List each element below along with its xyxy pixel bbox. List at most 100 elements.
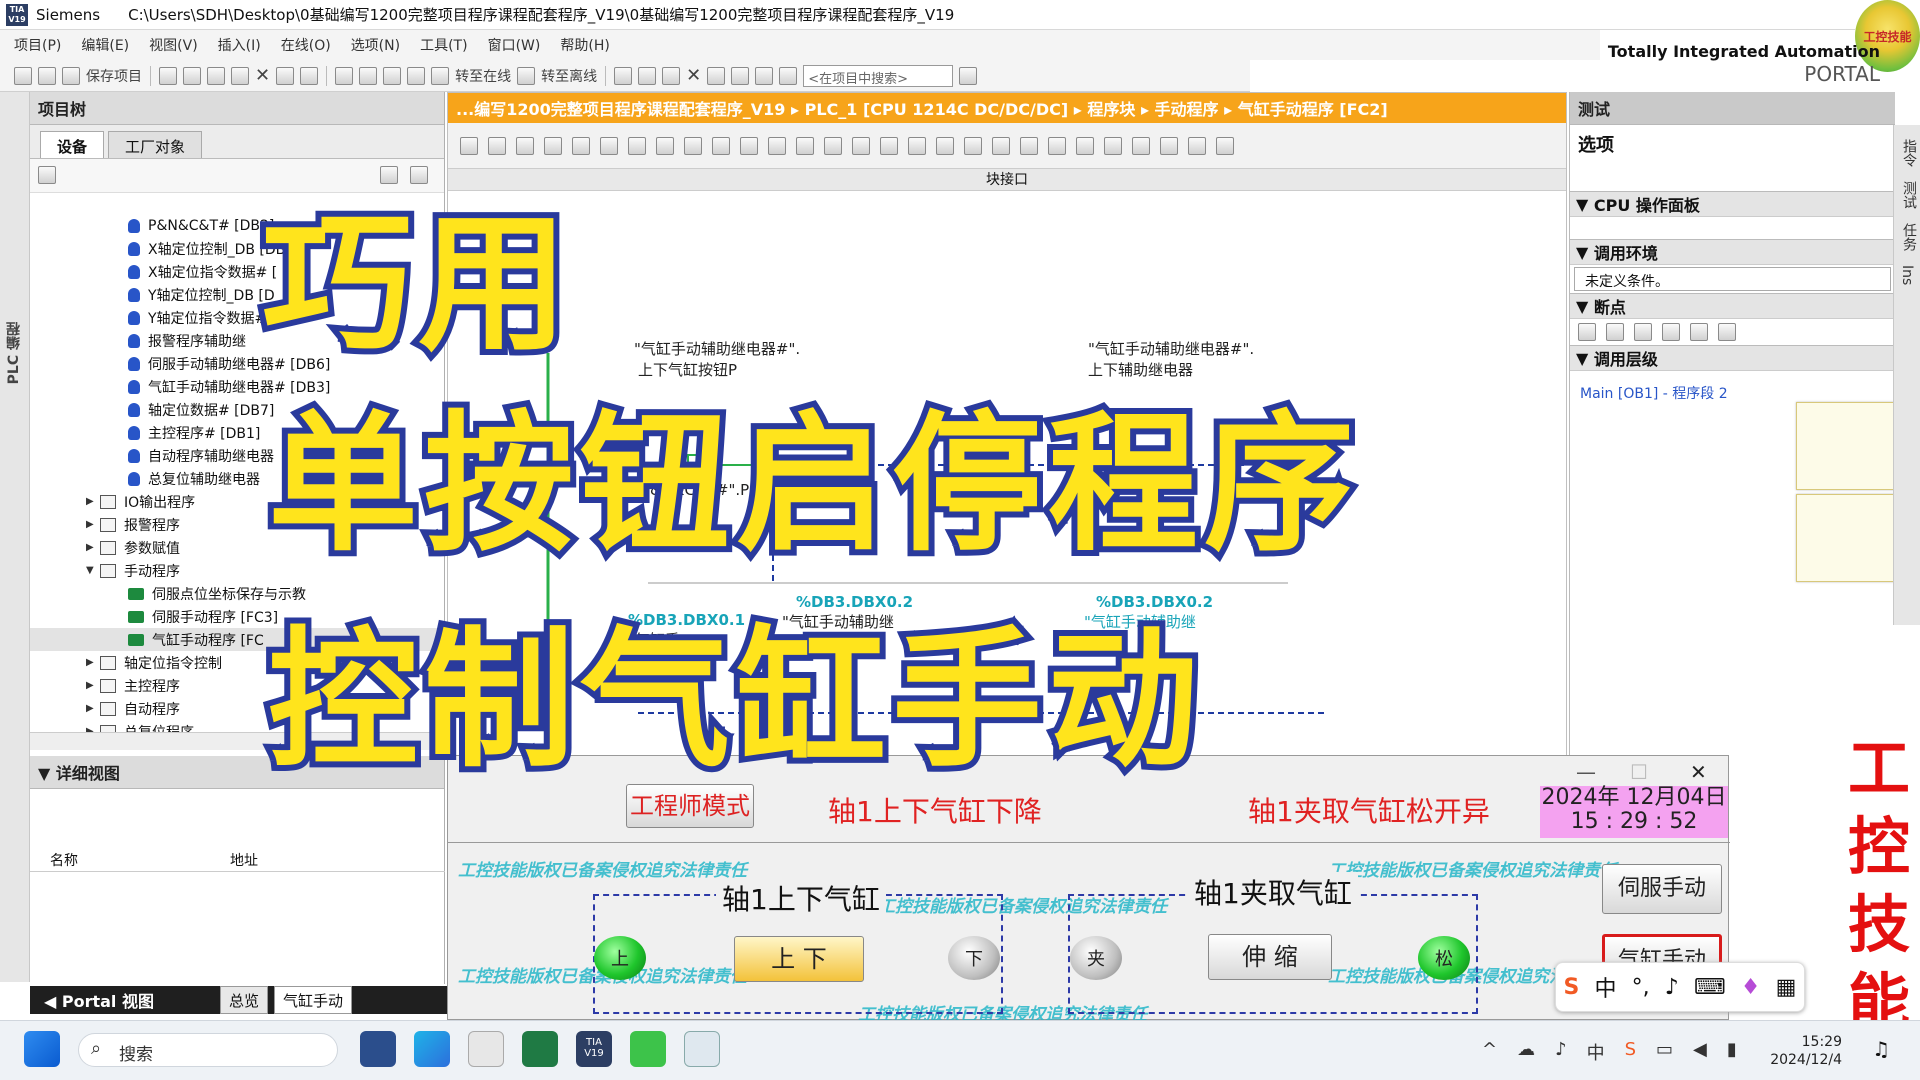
menu-item-2[interactable]: 视图(V) xyxy=(149,35,198,55)
editor-tool-icon[interactable] xyxy=(628,136,646,155)
online-icon[interactable] xyxy=(431,66,450,85)
tab-cylinder-fc[interactable]: 气缸手动 xyxy=(274,986,353,1014)
ime-punct[interactable]: °, xyxy=(1632,975,1650,1000)
call-environment-section[interactable]: ▼ 调用环境 xyxy=(1570,239,1895,265)
display-icon[interactable]: ▭ xyxy=(1656,1039,1673,1065)
breakpoint-icon[interactable] xyxy=(1634,323,1652,341)
battery-icon[interactable]: ▮ xyxy=(1727,1039,1737,1065)
editor-tool-icon[interactable] xyxy=(1160,136,1178,155)
breakpoint-icon[interactable] xyxy=(1662,323,1680,341)
tree-item[interactable]: 气缸手动辅助继电器# [DB3] xyxy=(30,375,445,398)
tree-item[interactable]: 伺服点位坐标保存与示教 xyxy=(30,582,445,605)
simulation-icon[interactable] xyxy=(407,66,426,85)
task-card-tab[interactable]: Ins xyxy=(1899,265,1915,285)
editor-tool-icon[interactable] xyxy=(992,136,1010,155)
menu-item-4[interactable]: 在线(O) xyxy=(281,35,331,55)
editor-tool-icon[interactable] xyxy=(488,136,506,155)
project-search-input[interactable]: <在项目中搜索> xyxy=(803,64,954,87)
editor-tool-icon[interactable] xyxy=(1076,136,1094,155)
chevron-right-icon[interactable]: ▶ xyxy=(86,657,100,668)
ime-language[interactable]: 中 xyxy=(1595,971,1617,1003)
breakpoint-icon[interactable] xyxy=(1718,323,1736,341)
editor-tool-icon[interactable] xyxy=(1188,136,1206,155)
editor-tool-icon[interactable] xyxy=(684,136,702,155)
call-hierarchy-section[interactable]: ▼ 调用层级 xyxy=(1570,345,1895,371)
save-project-button[interactable]: 保存项目 xyxy=(86,66,142,86)
task-card-tab[interactable]: 指令 xyxy=(1899,139,1919,167)
editor-tool-icon[interactable] xyxy=(740,136,758,155)
download-icon[interactable] xyxy=(359,66,378,85)
copy-icon[interactable] xyxy=(207,66,225,85)
settings-icon[interactable] xyxy=(779,66,798,85)
grid-menu-icon[interactable]: ▦ xyxy=(1776,975,1797,1000)
editor-tool-icon[interactable] xyxy=(1048,136,1066,155)
block-interface-bar[interactable]: 块接口 xyxy=(448,169,1566,191)
menu-item-0[interactable]: 项目(P) xyxy=(14,35,61,55)
tab-devices[interactable]: 设备 xyxy=(40,131,105,158)
skin-icon[interactable]: ♦ xyxy=(1741,975,1761,1000)
grid-icon[interactable] xyxy=(755,66,774,85)
wechat-icon[interactable] xyxy=(630,1031,666,1067)
chevron-right-icon[interactable]: ▶ xyxy=(86,703,100,714)
split-horizontal-icon[interactable] xyxy=(707,66,726,85)
stop-cpu-icon[interactable] xyxy=(662,66,681,85)
close-icon[interactable]: ✕ xyxy=(686,65,701,86)
cut-icon[interactable] xyxy=(183,66,201,85)
menu-item-7[interactable]: 窗口(W) xyxy=(488,35,541,55)
breakpoints-section[interactable]: ▼ 断点 xyxy=(1570,293,1895,319)
servo-manual-button[interactable]: 伺服手动 xyxy=(1602,864,1722,914)
print-icon[interactable] xyxy=(159,66,177,85)
cpu-operator-panel-section[interactable]: ▼ CPU 操作面板 xyxy=(1570,191,1895,217)
windows-start-icon[interactable] xyxy=(24,1031,60,1067)
maximize-button[interactable]: ☐ xyxy=(1630,760,1648,784)
tia-portal-taskbar-icon[interactable]: TIA V19 xyxy=(576,1031,612,1067)
notification-bell-icon[interactable]: ♫ xyxy=(1872,1037,1890,1061)
breakpoint-icon[interactable] xyxy=(1690,323,1708,341)
editor-tool-icon[interactable] xyxy=(600,136,618,155)
upload-icon[interactable] xyxy=(383,66,402,85)
breakpoint-icon[interactable] xyxy=(1578,323,1596,341)
task-card-tab[interactable]: 测试 xyxy=(1899,181,1919,209)
updown-toggle-button[interactable]: 上 下 xyxy=(734,936,864,982)
tab-overview[interactable]: 总览 xyxy=(220,986,269,1014)
go-online-button[interactable]: 转至在线 xyxy=(455,66,511,86)
volume-icon[interactable]: ◀ xyxy=(1693,1039,1707,1065)
menu-item-1[interactable]: 编辑(E) xyxy=(81,35,129,55)
column-name[interactable]: 名称 xyxy=(30,850,230,871)
engineer-mode-button[interactable]: 工程师模式 xyxy=(626,784,754,828)
offline-icon[interactable] xyxy=(517,66,536,85)
chevron-right-icon[interactable]: ▶ xyxy=(86,519,100,530)
edge-browser-icon[interactable] xyxy=(414,1031,450,1067)
chevron-right-icon[interactable]: ▶ xyxy=(86,496,100,507)
breakpoint-icon[interactable] xyxy=(1606,323,1624,341)
chevron-right-icon[interactable]: ▶ xyxy=(86,542,100,553)
editor-tool-icon[interactable] xyxy=(964,136,982,155)
sync-icon[interactable] xyxy=(410,166,428,184)
extend-retract-button[interactable]: 伸 缩 xyxy=(1208,934,1332,980)
chevron-right-icon[interactable]: ▶ xyxy=(86,680,100,691)
chevron-down-icon[interactable]: ▼ xyxy=(86,565,100,576)
editor-tool-icon[interactable] xyxy=(936,136,954,155)
paste-icon[interactable] xyxy=(231,66,249,85)
editor-tool-icon[interactable] xyxy=(880,136,898,155)
tree-view-icon[interactable] xyxy=(38,166,56,184)
menu-item-6[interactable]: 工具(T) xyxy=(420,35,467,55)
file-explorer-icon[interactable] xyxy=(468,1031,504,1067)
editor-tool-icon[interactable] xyxy=(824,136,842,155)
editor-tool-icon[interactable] xyxy=(1020,136,1038,155)
task-card-tab[interactable]: 任务 xyxy=(1899,223,1919,251)
redo-icon[interactable] xyxy=(300,66,319,85)
hmi-runtime-icon[interactable] xyxy=(684,1031,720,1067)
editor-tool-icon[interactable] xyxy=(768,136,786,155)
menu-item-5[interactable]: 选项(N) xyxy=(351,35,400,55)
microphone-icon[interactable]: ♪ xyxy=(1665,975,1679,1000)
tab-plant-objects[interactable]: 工厂对象 xyxy=(108,131,203,158)
tray-expand-icon[interactable]: ^ xyxy=(1482,1039,1497,1065)
call-environment-value[interactable]: 未定义条件。 xyxy=(1574,267,1891,291)
taskbar-clock[interactable]: 15:29 2024/12/4 xyxy=(1770,1033,1842,1069)
excel-icon[interactable] xyxy=(522,1031,558,1067)
delete-icon[interactable]: ✕ xyxy=(255,65,270,86)
task-view-icon[interactable] xyxy=(360,1031,396,1067)
close-window-button[interactable]: ✕ xyxy=(1690,760,1707,784)
editor-tool-icon[interactable] xyxy=(1132,136,1150,155)
